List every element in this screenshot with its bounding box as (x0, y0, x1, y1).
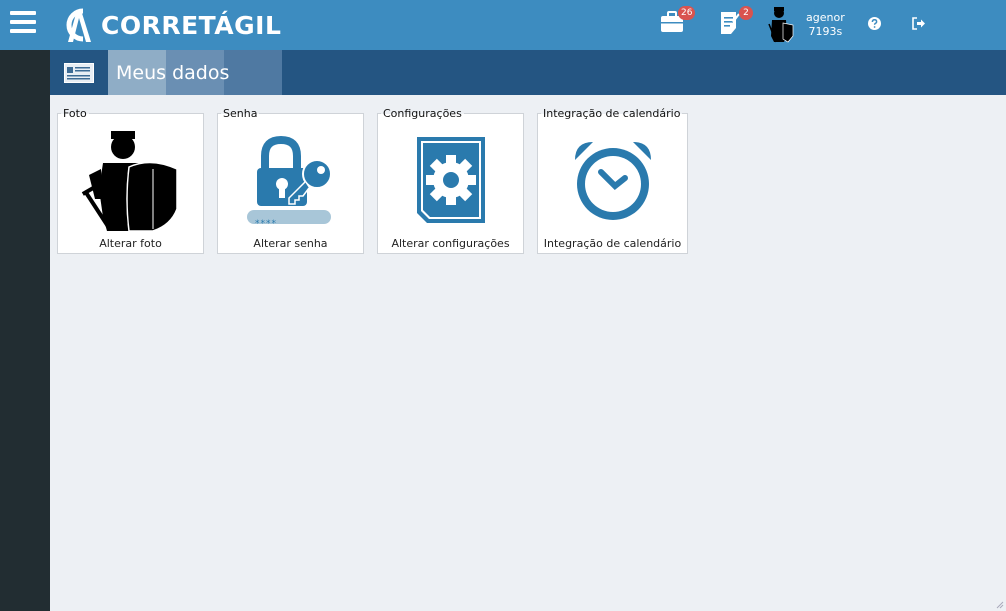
card-caption: Alterar senha (253, 237, 328, 250)
briefcase-button[interactable]: 26 (660, 6, 696, 38)
user-menu[interactable]: agenor 7193s (768, 6, 845, 44)
avatar (768, 7, 794, 43)
card-art (378, 128, 523, 232)
card-settings[interactable]: Configurações Alterar configurações (377, 107, 524, 254)
card-calendar[interactable]: Integração de calendário Integração de c… (537, 107, 688, 254)
brand-name: CORRETÁGIL (101, 10, 282, 40)
help-icon[interactable] (868, 17, 881, 30)
top-navbar: CORRETÁGIL 26 2 agenor 7193s (0, 0, 1006, 50)
tasks-icon (721, 12, 740, 34)
tasks-badge: 2 (739, 6, 753, 20)
logo-mark-icon (66, 8, 91, 42)
card-caption: Alterar configurações (391, 237, 510, 250)
logout-icon[interactable] (912, 17, 926, 30)
password-mask: **** (255, 219, 277, 229)
session-time: 7193s (808, 25, 843, 38)
user-name: agenor (806, 11, 845, 24)
card-legend: Foto (61, 107, 89, 121)
knight-icon (81, 131, 178, 231)
lock-key-icon (246, 135, 332, 224)
brand-logo[interactable]: CORRETÁGIL (55, 4, 281, 46)
card-photo[interactable]: Foto Alterar foto (57, 107, 204, 254)
resize-grip-icon[interactable] (996, 601, 1004, 609)
alarm-clock-icon (574, 142, 651, 220)
card-password[interactable]: Senha **** Alterar senha (217, 107, 364, 254)
card-legend: Senha (221, 107, 260, 121)
settings-document-icon (416, 137, 485, 223)
card-legend: Configurações (381, 107, 464, 121)
card-art: **** (218, 128, 363, 232)
page-title: Meus dados (116, 62, 230, 84)
user-info: agenor 7193s (806, 11, 845, 39)
menu-icon[interactable] (10, 11, 36, 35)
card-caption: Alterar foto (99, 237, 162, 250)
title-segment (224, 50, 282, 95)
title-icon-box (50, 50, 108, 95)
page-header: Meus dados (50, 50, 1006, 95)
briefcase-badge: 26 (678, 6, 696, 20)
card-caption: Integração de calendário (543, 237, 682, 250)
card-legend: Integração de calendário (541, 107, 683, 121)
tasks-button[interactable]: 2 (719, 6, 753, 40)
id-card-icon (64, 62, 94, 83)
card-art (538, 128, 687, 232)
card-art (58, 128, 203, 232)
sidebar (0, 50, 50, 611)
